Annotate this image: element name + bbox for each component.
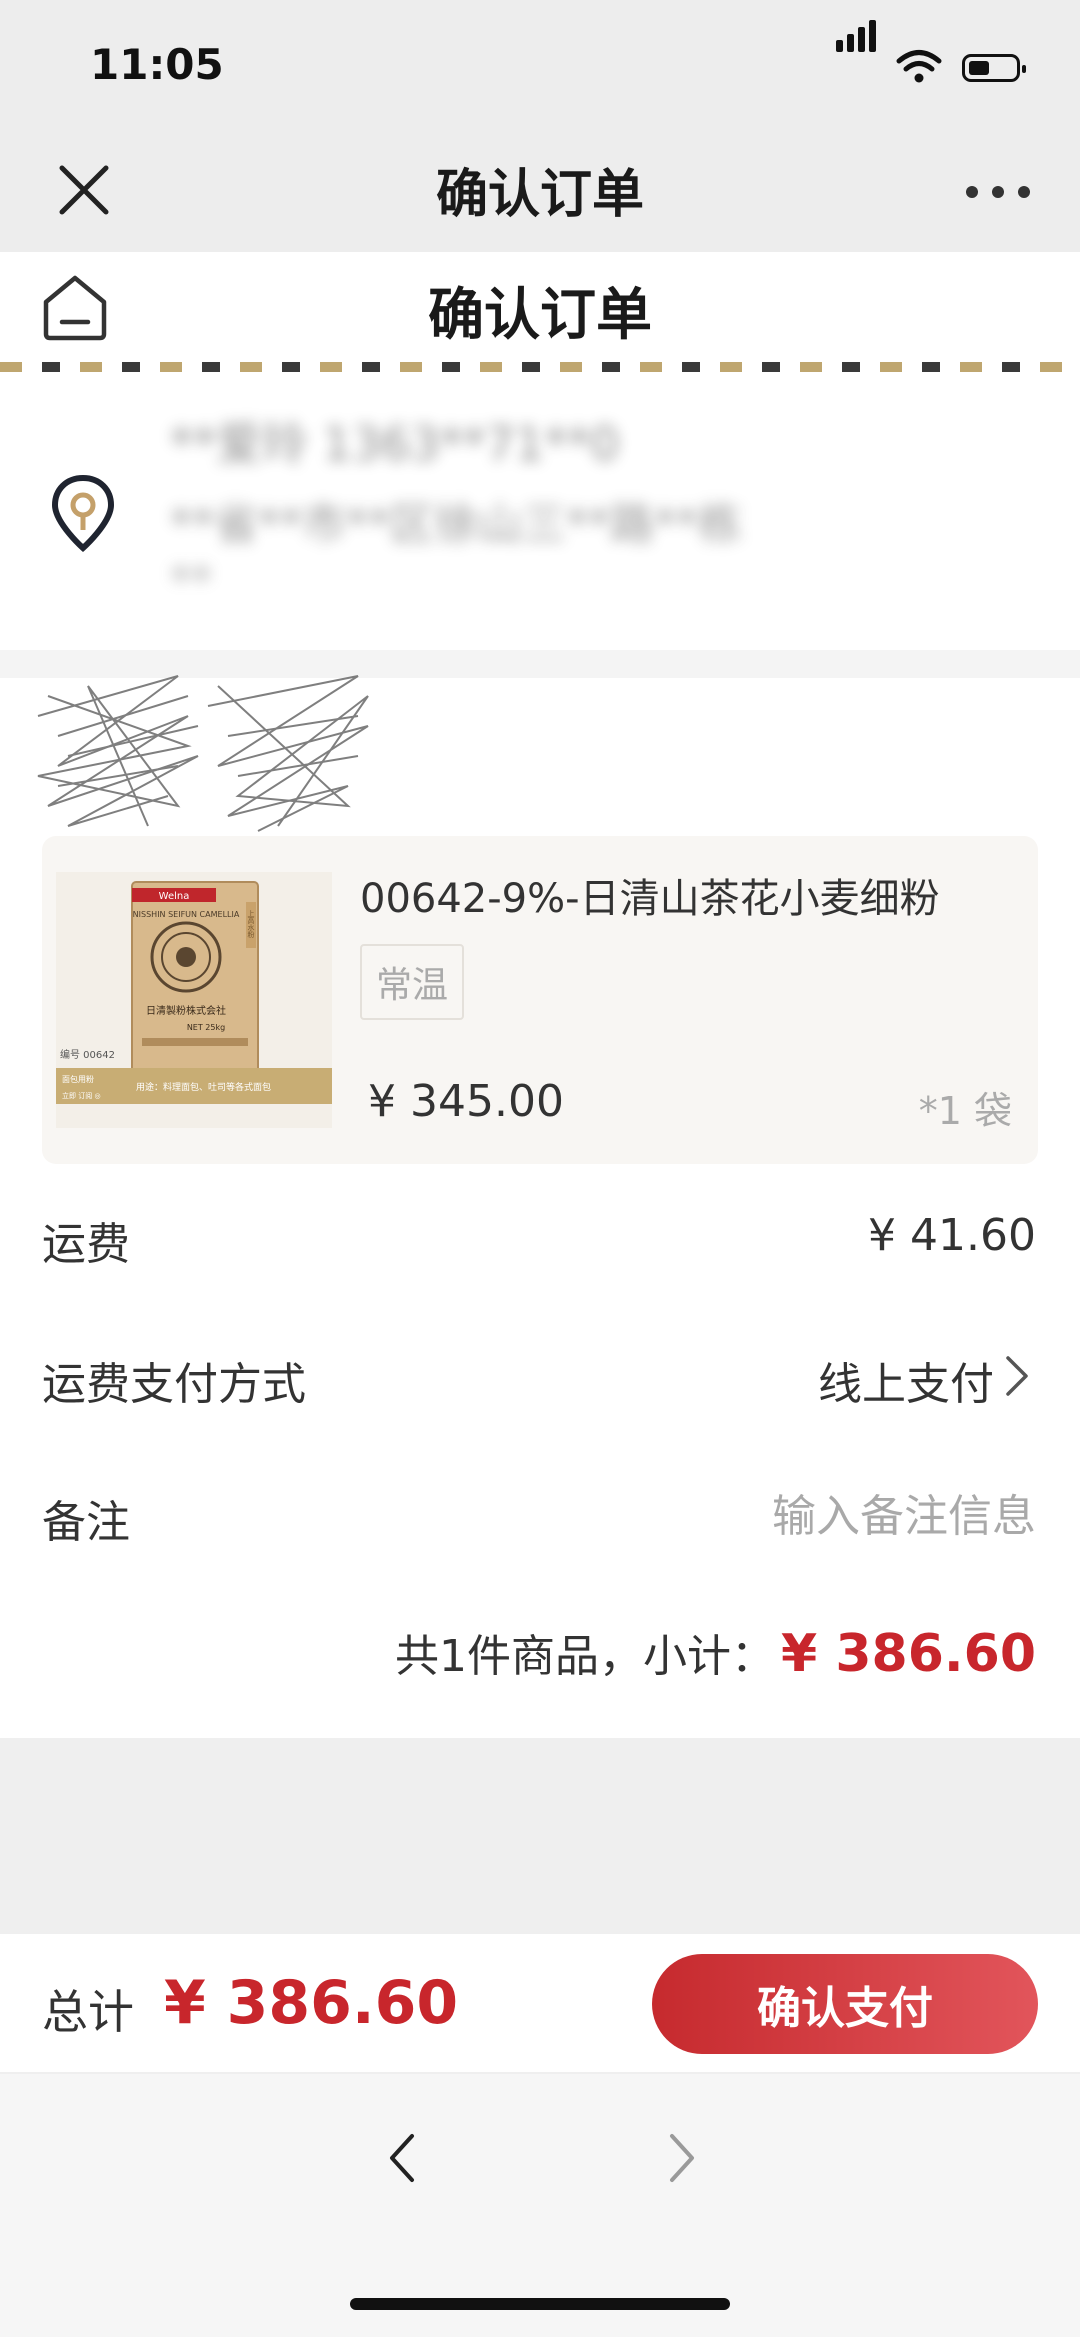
product-storage-tag: 常温 — [360, 944, 465, 1020]
product-center-label: 日清製粉株式会社 — [146, 1004, 226, 1017]
product-name: 00642-9%-日清山茶花小麦细粉 — [360, 876, 940, 922]
product-side-label: 上高水粉 — [247, 909, 255, 939]
freight-value: ¥ 41.60 — [868, 1210, 1036, 1261]
nav-title: 确认订单 — [435, 165, 644, 225]
page-title: 确认订单 — [428, 283, 652, 348]
forward-arrow-icon[interactable] — [664, 2130, 700, 2186]
address-detail: **省**市**区徐山三**路**栋 — [170, 499, 742, 550]
home-indicator[interactable] — [350, 2298, 730, 2310]
freight-label: 运费 — [42, 1219, 130, 1270]
product-net-weight: NET 25kg — [187, 1023, 225, 1032]
product-image: Welna NISSHIN SEIFUN CAMELLIA 上高水粉 日清製粉株… — [56, 872, 332, 1128]
chevron-right-icon[interactable] — [1000, 1352, 1032, 1400]
address-detail-extra: ** — [170, 556, 212, 605]
product-code: 编号 00642 — [60, 1048, 115, 1061]
envelope-stripe-divider — [0, 362, 1080, 372]
wifi-icon — [896, 50, 942, 83]
remark-input[interactable] — [620, 1488, 1036, 1544]
confirm-pay-button[interactable]: 确认支付 — [652, 1954, 1038, 2054]
subtotal-amount: ¥ 386.60 — [781, 1624, 1036, 1684]
total-label: 总计 — [42, 1985, 134, 2039]
product-brand: Welna — [159, 891, 190, 902]
freight-payment-selector[interactable]: 线上支付 — [700, 1348, 994, 1412]
product-price: ¥ 345.00 — [368, 1076, 564, 1127]
redacted-scribble — [37, 675, 369, 832]
back-arrow-icon[interactable] — [384, 2130, 420, 2186]
battery-icon — [962, 54, 1026, 82]
product-tag-1: 面包用粉 — [62, 1074, 94, 1084]
product-usage: 用途：料理面包、吐司等各式面包 — [136, 1081, 271, 1093]
product-series: NISSHIN SEIFUN CAMELLIA — [133, 910, 240, 919]
remark-label: 备注 — [42, 1497, 130, 1548]
total-amount: ¥ 386.60 — [164, 1968, 459, 2038]
subtotal-row: 共1件商品，小计： ¥ 386.60 — [300, 1620, 1036, 1684]
product-quantity: *1 袋 — [918, 1089, 1012, 1133]
address-recipient: **爱玲 1363**71**0 — [170, 417, 620, 471]
subtotal-text: 共1件商品，小计： — [395, 1631, 776, 1682]
freight-payment-label: 运费支付方式 — [42, 1359, 306, 1410]
product-tag-2: 立即 订阅 ◎ — [62, 1091, 101, 1100]
more-options-icon[interactable] — [966, 186, 1030, 198]
location-pin-icon — [51, 474, 115, 553]
status-time: 11:05 — [90, 40, 224, 89]
